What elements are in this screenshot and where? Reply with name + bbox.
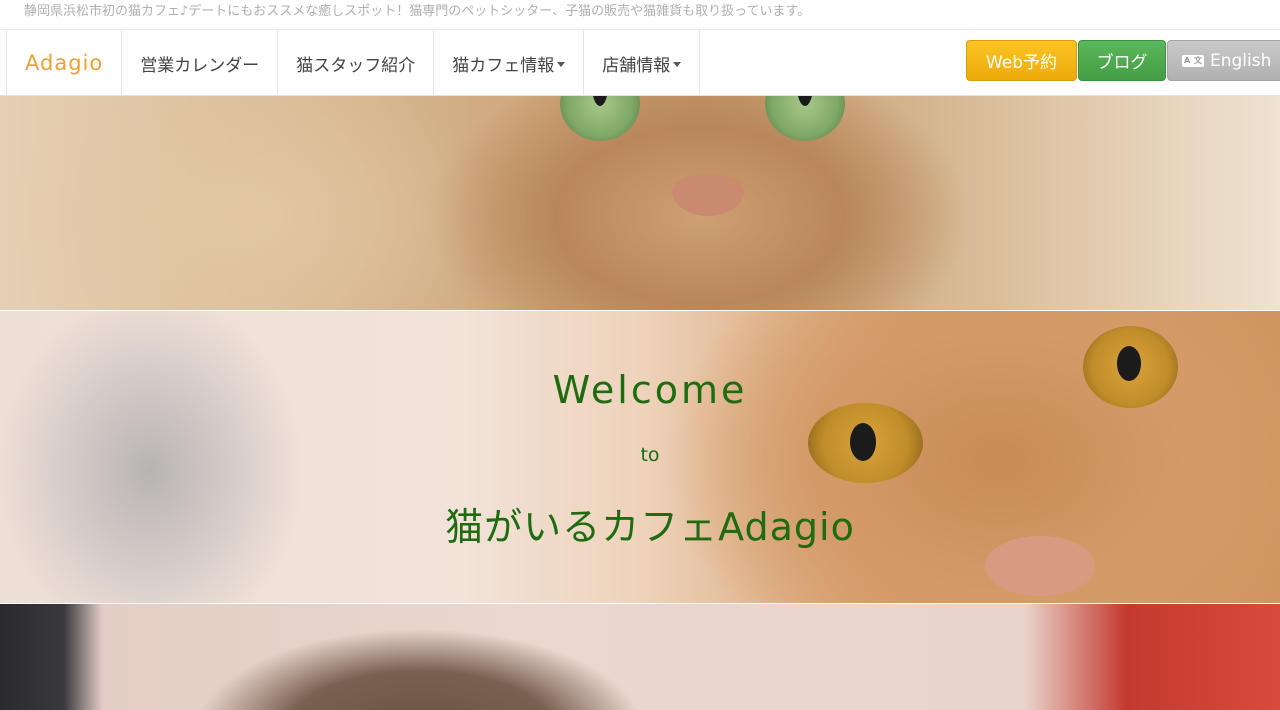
- nav-item-label: 営業カレンダー: [140, 55, 260, 76]
- main-navbar: Adagio 営業カレンダー 猫スタッフ紹介 猫カフェ情報 店舗情報 Web予約…: [0, 30, 1280, 96]
- nav-item-label: 店舗情報: [602, 55, 671, 76]
- hero-image-persian-cat: [0, 96, 1280, 310]
- hero-title: 猫がいるカフェAdagio: [445, 505, 855, 549]
- cat-eye-image: [808, 403, 923, 483]
- language-icon: A文: [1182, 54, 1204, 67]
- hero-to-text: to: [640, 444, 660, 466]
- cat-eye-image: [560, 96, 640, 141]
- nav-item-cafe-info[interactable]: 猫カフェ情報: [433, 30, 583, 96]
- caret-down-icon: [673, 61, 682, 67]
- english-button-label: English: [1210, 50, 1272, 71]
- nav-item-label: 猫カフェ情報: [452, 55, 555, 76]
- web-reserve-button[interactable]: Web予約: [966, 40, 1077, 81]
- cat-nose-image: [672, 174, 744, 216]
- site-tagline: 静岡県浜松市初の猫カフェ♪デートにもおススメな癒しスポット！猫専門のペットシッタ…: [0, 0, 1280, 30]
- nav-item-label: 猫スタッフ紹介: [296, 55, 416, 76]
- brand-logo-link[interactable]: Adagio: [6, 30, 121, 96]
- english-button[interactable]: A文 English: [1167, 40, 1280, 81]
- nav-menu: Adagio 営業カレンダー 猫スタッフ紹介 猫カフェ情報 店舗情報: [6, 30, 701, 96]
- cat-eye-image: [765, 96, 845, 141]
- hero-banner: Welcome to 猫がいるカフェAdagio: [0, 96, 1280, 710]
- nav-buttons: Web予約 ブログ A文 English: [966, 40, 1280, 81]
- nav-item-calendar[interactable]: 営業カレンダー: [121, 30, 277, 96]
- nav-item-store-info[interactable]: 店舗情報: [583, 30, 701, 96]
- blog-button[interactable]: ブログ: [1078, 40, 1166, 81]
- caret-down-icon: [557, 61, 566, 67]
- hero-image-sleeping-cat: [0, 604, 1280, 710]
- nav-item-cat-staff[interactable]: 猫スタッフ紹介: [277, 30, 433, 96]
- hero-welcome-text: Welcome: [552, 368, 748, 412]
